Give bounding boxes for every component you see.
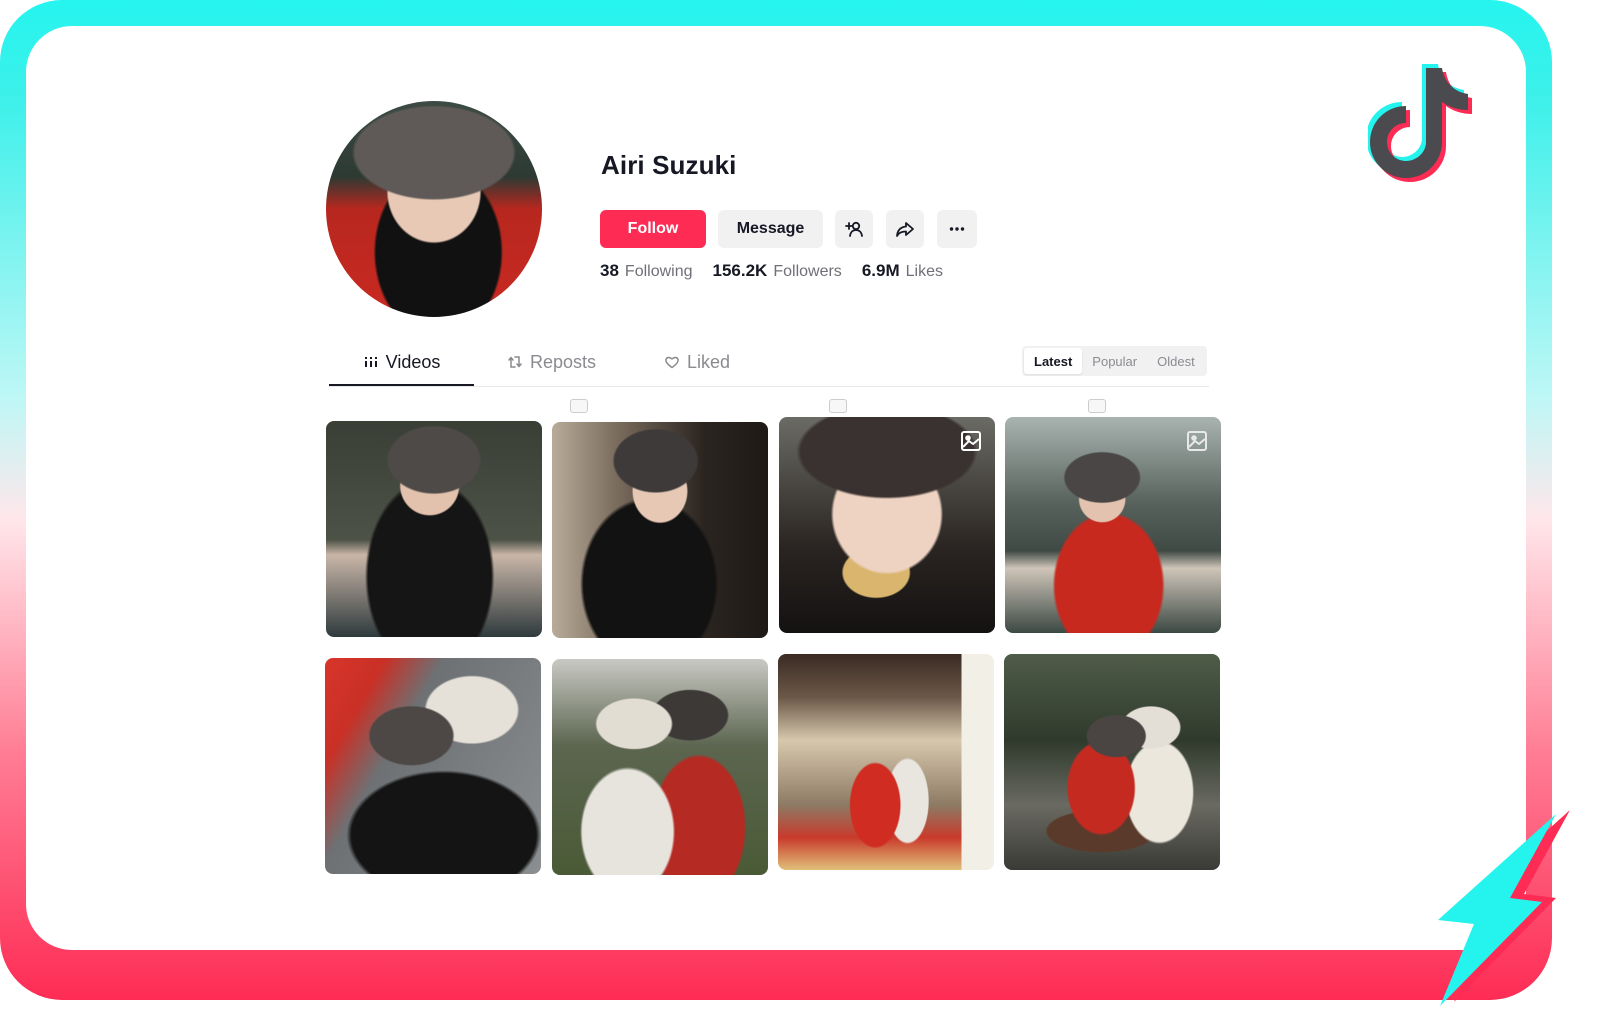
stat-likes-label: Likes	[905, 263, 943, 280]
tab-videos[interactable]: Videos	[329, 340, 474, 386]
add-friend-icon	[845, 221, 863, 237]
sort-toggle: Latest Popular Oldest	[1022, 346, 1207, 376]
repost-icon	[508, 356, 522, 368]
lightning-icon	[1438, 810, 1570, 1006]
message-button[interactable]: Message	[718, 210, 823, 248]
tab-videos-label: Videos	[385, 351, 441, 372]
sort-oldest[interactable]: Oldest	[1147, 348, 1205, 374]
photo-icon	[961, 431, 981, 451]
tab-liked-label: Liked	[687, 351, 731, 372]
pin-icon	[570, 399, 588, 413]
stat-likes: 6.9M Likes	[862, 261, 943, 281]
stat-likes-count: 6.9M	[861, 261, 900, 280]
video-tile[interactable]	[779, 417, 995, 633]
tab-liked[interactable]: Liked	[664, 340, 730, 384]
share-button[interactable]	[886, 210, 924, 248]
pin-icon	[829, 399, 847, 413]
stat-following[interactable]: 38 Following	[600, 261, 693, 281]
sort-popular[interactable]: Popular	[1082, 348, 1147, 374]
video-tile[interactable]	[1005, 417, 1221, 633]
stat-following-label: Following	[624, 263, 693, 280]
video-tile[interactable]	[552, 422, 768, 638]
pin-icon	[1088, 399, 1106, 413]
heart-icon	[665, 356, 679, 369]
video-tile[interactable]	[552, 659, 768, 875]
stat-followers-label: Followers	[773, 263, 842, 280]
profile-card	[26, 26, 1526, 950]
grid-icon	[364, 357, 377, 367]
tab-reposts-label: Reposts	[530, 351, 597, 372]
sort-latest[interactable]: Latest	[1024, 348, 1083, 374]
follow-button[interactable]: Follow	[600, 210, 706, 248]
video-tile[interactable]	[778, 654, 994, 870]
more-button[interactable]	[937, 210, 977, 248]
video-tile[interactable]	[326, 421, 542, 637]
profile-name: Airi Suzuki	[601, 150, 737, 180]
share-icon	[896, 222, 914, 237]
photo-icon	[1187, 431, 1207, 451]
stat-following-count: 38	[600, 261, 619, 280]
video-tile[interactable]	[1004, 654, 1220, 870]
video-tile[interactable]	[325, 658, 541, 874]
profile-stats: 38 Following 156.2K Followers 6.9M Likes	[600, 261, 943, 281]
tiktok-logo-icon	[1368, 64, 1472, 182]
tab-reposts[interactable]: Reposts	[507, 340, 596, 384]
avatar[interactable]	[326, 101, 542, 317]
more-icon	[949, 227, 965, 231]
add-friend-button[interactable]	[835, 210, 873, 248]
stat-followers[interactable]: 156.2K Followers	[713, 261, 842, 281]
stat-followers-count: 156.2K	[712, 261, 768, 280]
